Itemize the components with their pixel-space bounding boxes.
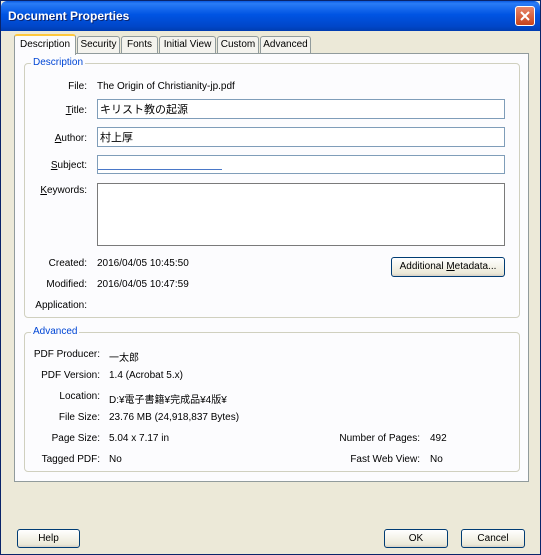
close-icon [520, 11, 530, 21]
keywords-field[interactable] [97, 183, 505, 246]
title-bar[interactable]: Document Properties [1, 1, 540, 31]
description-legend: Description [31, 57, 86, 68]
advanced-legend: Advanced [31, 326, 80, 337]
ok-button[interactable]: OK [384, 529, 448, 548]
title-field[interactable]: キリスト教の起源 [97, 99, 505, 119]
tab-panel-description: Description File: The Origin of Christia… [14, 53, 529, 482]
author-label: Author: [54, 133, 87, 144]
application-label: Application: [35, 300, 87, 311]
cancel-button[interactable]: Cancel [461, 529, 525, 548]
location-value: D:¥電子書籍¥完成品¥4版¥ [109, 395, 227, 406]
number-of-pages-value: 492 [430, 433, 447, 444]
page-size-value: 5.04 x 7.17 in [109, 433, 170, 444]
tagged-pdf-label: Tagged PDF: [41, 454, 100, 465]
description-group: Description File: The Origin of Christia… [24, 57, 520, 318]
tagged-pdf-value: No [109, 454, 122, 465]
pdf-version-label: PDF Version: [41, 370, 100, 381]
advanced-group: Advanced PDF Producer: 一太郎 PDF Version: … [24, 326, 520, 472]
tab-description[interactable]: Description [14, 34, 76, 55]
file-label: File: [68, 81, 87, 92]
fast-web-view-label: Fast Web View: [350, 454, 420, 465]
pdf-producer-value: 一太郎 [109, 353, 139, 364]
subject-label: Subject: [50, 160, 87, 171]
number-of-pages-label: Number of Pages: [339, 433, 420, 444]
created-label: Created: [48, 258, 87, 269]
keywords-label: Keywords: [40, 185, 87, 196]
close-button[interactable] [515, 6, 535, 26]
tab-custom[interactable]: Custom [217, 36, 259, 53]
window-title: Document Properties [8, 9, 130, 23]
author-field[interactable]: 村上厚 [97, 127, 505, 147]
pdf-version-value: 1.4 (Acrobat 5.x) [109, 370, 183, 381]
additional-metadata-button[interactable]: Additional Metadata... [391, 257, 505, 277]
tab-security[interactable]: Security [77, 36, 120, 53]
title-label: Title: [65, 105, 87, 116]
file-size-value: 23.76 MB (24,918,837 Bytes) [109, 412, 240, 423]
created-value: 2016/04/05 10:45:50 [97, 258, 189, 269]
page-size-label: Page Size: [51, 433, 100, 444]
fast-web-view-value: No [430, 454, 443, 465]
help-button[interactable]: Help [17, 529, 80, 548]
modified-value: 2016/04/05 10:47:59 [97, 279, 189, 290]
file-value: The Origin of Christianity-jp.pdf [97, 81, 235, 92]
location-label: Location: [59, 391, 100, 402]
modified-label: Modified: [46, 279, 87, 290]
tab-fonts[interactable]: Fonts [121, 36, 158, 53]
subject-field[interactable] [97, 155, 505, 174]
pdf-producer-label: PDF Producer: [33, 349, 100, 360]
tab-advanced[interactable]: Advanced [260, 36, 311, 53]
document-properties-dialog: Document Properties Description Security… [0, 0, 541, 555]
tab-initial-view[interactable]: Initial View [159, 36, 216, 53]
file-size-label: File Size: [58, 412, 100, 423]
subject-underline [98, 169, 222, 170]
